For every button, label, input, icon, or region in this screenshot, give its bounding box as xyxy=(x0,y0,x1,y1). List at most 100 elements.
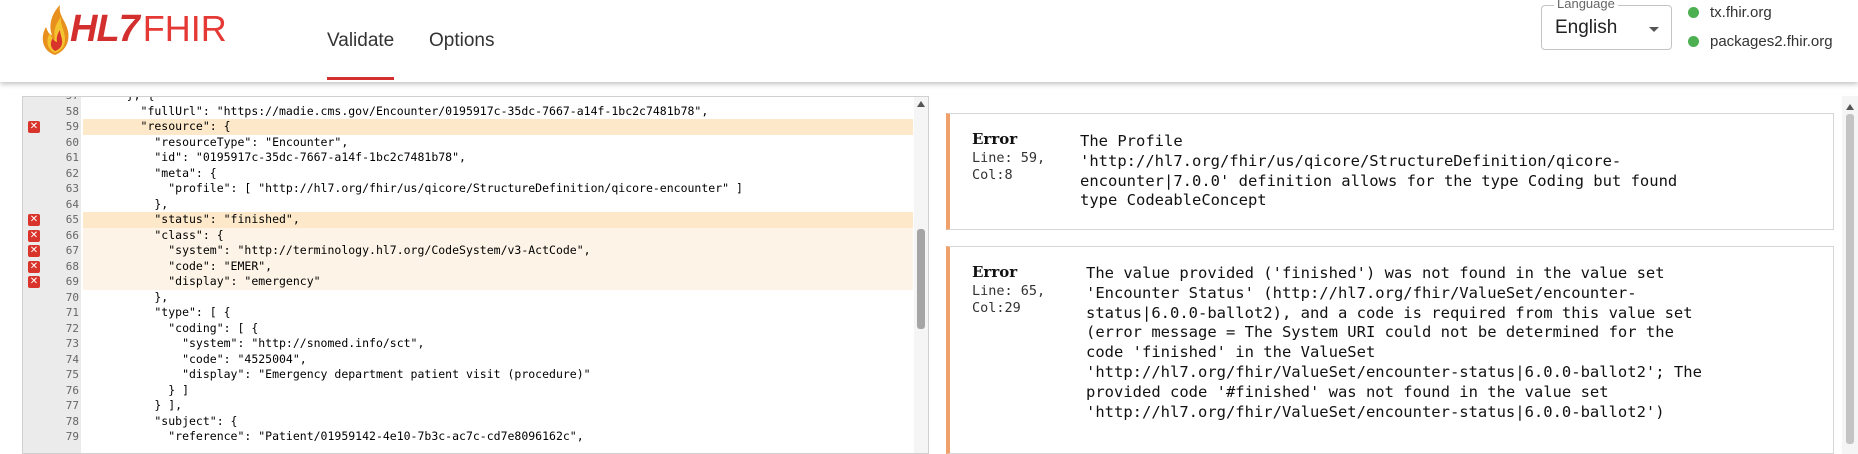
code-line[interactable]: 62 "meta": { xyxy=(23,166,913,182)
scroll-thumb[interactable] xyxy=(1846,114,1854,444)
error-location[interactable]: Line: 65, Col:29 xyxy=(972,283,1045,317)
line-number: 69 xyxy=(65,275,79,288)
error-marker-icon[interactable]: ✕ xyxy=(28,245,40,257)
line-number: 75 xyxy=(65,368,79,381)
error-severity: Error xyxy=(972,130,1018,148)
line-number: 77 xyxy=(65,399,79,412)
line-number: 67 xyxy=(65,244,79,257)
tab-options[interactable]: Options xyxy=(429,0,494,82)
code-text[interactable]: } ], xyxy=(99,398,182,414)
line-number: 61 xyxy=(65,151,79,164)
line-number: 58 xyxy=(65,104,79,118)
line-number: 63 xyxy=(65,182,79,195)
code-line[interactable]: 70 }, xyxy=(23,290,913,306)
code-text[interactable]: "id": "0195917c-35dc-7667-a14f-1bc2c7481… xyxy=(99,150,466,166)
code-line[interactable]: 64 }, xyxy=(23,197,913,213)
line-number: 76 xyxy=(65,383,79,397)
code-text[interactable]: "reference": "Patient/01959142-4e10-7b3c… xyxy=(99,429,583,445)
code-text[interactable]: "resourceType": "Encounter", xyxy=(99,135,348,151)
code-text[interactable]: "display": "emergency" xyxy=(99,274,320,290)
error-marker-icon[interactable]: ✕ xyxy=(28,229,40,242)
server-status-packages: packages2.fhir.org xyxy=(1688,33,1833,50)
code-line[interactable]: ✕ 69 "display": "emergency" xyxy=(23,274,913,290)
results-scrollbar[interactable] xyxy=(1842,96,1858,454)
error-marker-icon[interactable]: ✕ xyxy=(28,276,40,288)
code-line[interactable]: 76 } ] xyxy=(23,383,913,399)
code-text[interactable]: "class": { xyxy=(99,228,223,244)
error-card[interactable]: Error Line: 59, Col:8 The Profile 'http:… xyxy=(946,113,1834,230)
line-number: 57 xyxy=(49,97,79,104)
code-text[interactable]: }, xyxy=(99,197,168,213)
line-number: 72 xyxy=(65,321,79,335)
code-text[interactable]: "system": "http://snomed.info/sct", xyxy=(99,336,424,352)
error-marker-icon[interactable]: ✕ xyxy=(28,214,40,226)
language-value: English xyxy=(1555,17,1618,38)
code-line[interactable]: 78 "subject": { xyxy=(23,414,913,430)
hl7-fhir-logo[interactable]: HL7 FHIR xyxy=(36,0,227,58)
code-line[interactable]: 63 "profile": [ "http://hl7.org/fhir/us/… xyxy=(23,181,913,197)
code-text[interactable]: } ] xyxy=(99,383,189,399)
code-text[interactable]: "meta": { xyxy=(99,166,216,182)
code-line[interactable]: 72 "coding": [ { xyxy=(23,321,913,337)
error-severity: Error xyxy=(972,263,1018,281)
code-line[interactable]: 73 "system": "http://snomed.info/sct", xyxy=(23,336,913,352)
code-text[interactable]: "profile": [ "http://hl7.org/fhir/us/qic… xyxy=(99,181,743,197)
code-line[interactable]: 75 "display": "Emergency department pati… xyxy=(23,367,913,383)
flame-icon xyxy=(42,5,69,55)
error-message: The value provided ('finished') was not … xyxy=(1086,264,1702,421)
status-dot-icon xyxy=(1688,36,1699,47)
line-number: 70 xyxy=(65,290,79,304)
code-text[interactable]: "coding": [ { xyxy=(99,321,258,337)
code-text[interactable]: "resource": { xyxy=(99,119,231,135)
app-header: HL7 FHIR Validate Options Language Engli… xyxy=(0,0,1858,82)
code-line[interactable]: 74 "code": "4525004", xyxy=(23,352,913,368)
status-dot-icon xyxy=(1688,7,1699,18)
line-number: 66 xyxy=(65,228,79,242)
code-line[interactable]: ✕ 65 "status": "finished", xyxy=(23,212,913,228)
code-line[interactable]: 61 "id": "0195917c-35dc-7667-a14f-1bc2c7… xyxy=(23,150,913,166)
code-line[interactable]: 71 "type": [ { xyxy=(23,305,913,321)
code-line[interactable]: ✕ 67 "system": "http://terminology.hl7.or… xyxy=(23,243,913,259)
code-line[interactable]: 57 }, { xyxy=(23,97,913,104)
code-line[interactable]: ✕ 59 "resource": { xyxy=(23,119,913,135)
line-number: 64 xyxy=(65,197,79,211)
line-number: 79 xyxy=(65,430,79,443)
scroll-up-icon[interactable] xyxy=(1846,104,1854,110)
code-text[interactable]: "code": "EMER", xyxy=(99,259,272,275)
code-text[interactable]: "system": "http://terminology.hl7.org/Co… xyxy=(99,243,590,259)
code-line[interactable]: 77 } ], xyxy=(23,398,913,414)
code-text[interactable]: "subject": { xyxy=(99,414,237,430)
line-number: 78 xyxy=(65,414,79,428)
code-text[interactable]: "code": "4525004", xyxy=(99,352,307,368)
line-number: 60 xyxy=(65,135,79,149)
error-marker-icon[interactable]: ✕ xyxy=(28,260,40,273)
code-line[interactable]: ✕ 68 "code": "EMER", xyxy=(23,258,913,275)
line-number: 74 xyxy=(65,352,79,366)
editor-scrollbar[interactable] xyxy=(914,97,928,453)
error-marker-icon[interactable]: ✕ xyxy=(28,121,40,133)
error-location[interactable]: Line: 59, Col:8 xyxy=(972,150,1045,184)
code-text[interactable]: "fullUrl": "https://madie.cms.gov/Encoun… xyxy=(99,104,709,120)
code-line[interactable]: ✕ 66 "class": { xyxy=(23,227,913,244)
chevron-down-icon xyxy=(1649,27,1659,32)
language-select[interactable]: Language English xyxy=(1541,0,1672,50)
line-number: 65 xyxy=(65,213,79,226)
code-line[interactable]: 58 "fullUrl": "https://madie.cms.gov/Enc… xyxy=(23,104,913,120)
code-text[interactable]: "type": [ { xyxy=(99,305,230,321)
code-text[interactable]: "display": "Emergency department patient… xyxy=(99,367,591,383)
scroll-thumb[interactable] xyxy=(917,229,925,329)
validation-results: Error Line: 59, Col:8 The Profile 'http:… xyxy=(946,96,1858,454)
server-name: packages2.fhir.org xyxy=(1710,33,1833,50)
line-number: 71 xyxy=(65,306,79,319)
tab-validate[interactable]: Validate xyxy=(327,0,395,82)
code-line[interactable]: 79 "reference": "Patient/01959142-4e10-7… xyxy=(23,429,913,445)
code-text[interactable]: }, { xyxy=(99,97,155,104)
line-number: 62 xyxy=(65,166,79,180)
scroll-up-icon[interactable] xyxy=(917,101,925,107)
resource-code-editor[interactable]: 57 }, {58 "fullUrl": "https://madie.cms.… xyxy=(22,96,929,454)
code-line[interactable]: 60 "resourceType": "Encounter", xyxy=(23,135,913,151)
server-name: tx.fhir.org xyxy=(1710,4,1772,21)
error-card[interactable]: Error Line: 65, Col:29 The value provide… xyxy=(946,246,1834,454)
code-text[interactable]: }, xyxy=(99,290,168,306)
code-text[interactable]: "status": "finished", xyxy=(99,212,299,228)
